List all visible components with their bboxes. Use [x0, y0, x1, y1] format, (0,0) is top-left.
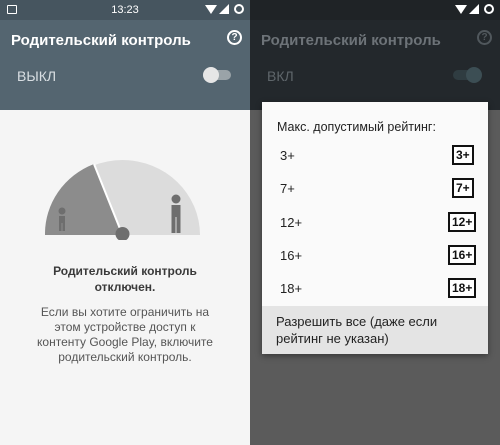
page-title: Родительский контроль — [11, 32, 191, 49]
body-line: родительский контроль. — [58, 350, 192, 364]
status-bar — [250, 0, 500, 20]
rating-option-12[interactable]: 12+ 12+ — [262, 209, 488, 239]
rating-option-label: 18+ — [280, 281, 303, 296]
max-rating-dialog: Макс. допустимый рейтинг: 3+ 3+ 7+ 7+ 12… — [262, 102, 488, 354]
signal-icon — [469, 4, 479, 14]
parental-control-screen-on: Родительский контроль ? ВКЛ Макс. допуст… — [250, 0, 500, 445]
body-line: Если вы хотите ограничить на — [40, 305, 210, 319]
parental-control-switch[interactable] — [453, 67, 482, 83]
app-bar: Родительский контроль ? ВКЛ — [250, 20, 500, 110]
switch-thumb — [466, 67, 482, 83]
wifi-icon — [205, 5, 217, 14]
rating-option-label: 7+ — [280, 181, 295, 196]
signal-icon — [219, 4, 229, 14]
switch-thumb — [203, 67, 219, 83]
toggle-status-label: ВКЛ — [267, 68, 294, 84]
parental-control-screen-off: 13:23 Родительский контроль ? ВЫКЛ Родит… — [0, 0, 250, 445]
rating-gauge-illustration — [45, 160, 200, 240]
help-icon[interactable]: ? — [477, 30, 492, 45]
body-line: этом устройстве доступ к — [54, 320, 196, 334]
rating-option-18[interactable]: 18+ 18+ — [262, 275, 488, 305]
disabled-message-title: Родительский контроль отключен. — [10, 263, 240, 295]
status-bar: 13:23 — [0, 0, 250, 20]
disabled-title-line: Родительский контроль — [53, 264, 197, 278]
rating-option-7[interactable]: 7+ 7+ — [262, 175, 488, 205]
allow-all-option[interactable]: Разрешить все (даже если рейтинг не указ… — [262, 306, 488, 354]
wifi-icon — [455, 5, 467, 14]
circle-status-icon — [234, 4, 244, 14]
rating-badge-icon: 18+ — [448, 278, 477, 298]
allow-all-line: рейтинг не указан) — [276, 331, 389, 346]
disabled-title-line: отключен. — [94, 280, 156, 294]
disabled-message-body: Если вы хотите ограничить на этом устрой… — [10, 305, 240, 365]
allow-all-line: Разрешить все (даже если — [276, 314, 438, 329]
rating-badge-icon: 16+ — [448, 245, 477, 265]
rating-badge-icon: 3+ — [452, 145, 474, 165]
circle-status-icon — [484, 4, 494, 14]
rating-option-3[interactable]: 3+ 3+ — [262, 142, 488, 172]
app-bar: Родительский контроль ? ВЫКЛ — [0, 20, 250, 110]
rating-badge-icon: 12+ — [448, 212, 477, 232]
rating-option-label: 3+ — [280, 148, 295, 163]
page-title: Родительский контроль — [261, 32, 441, 49]
rating-option-16[interactable]: 16+ 16+ — [262, 242, 488, 272]
toggle-status-label: ВЫКЛ — [17, 68, 57, 84]
rating-option-label: 16+ — [280, 248, 303, 263]
allow-all-label: Разрешить все (даже если рейтинг не указ… — [276, 313, 476, 347]
body-line: контенту Google Play, включите — [37, 335, 213, 349]
help-icon[interactable]: ? — [227, 30, 242, 45]
parental-control-switch[interactable] — [203, 67, 231, 83]
dialog-title: Макс. допустимый рейтинг: — [277, 120, 436, 134]
rating-option-label: 12+ — [280, 215, 303, 230]
rating-badge-icon: 7+ — [452, 178, 474, 198]
